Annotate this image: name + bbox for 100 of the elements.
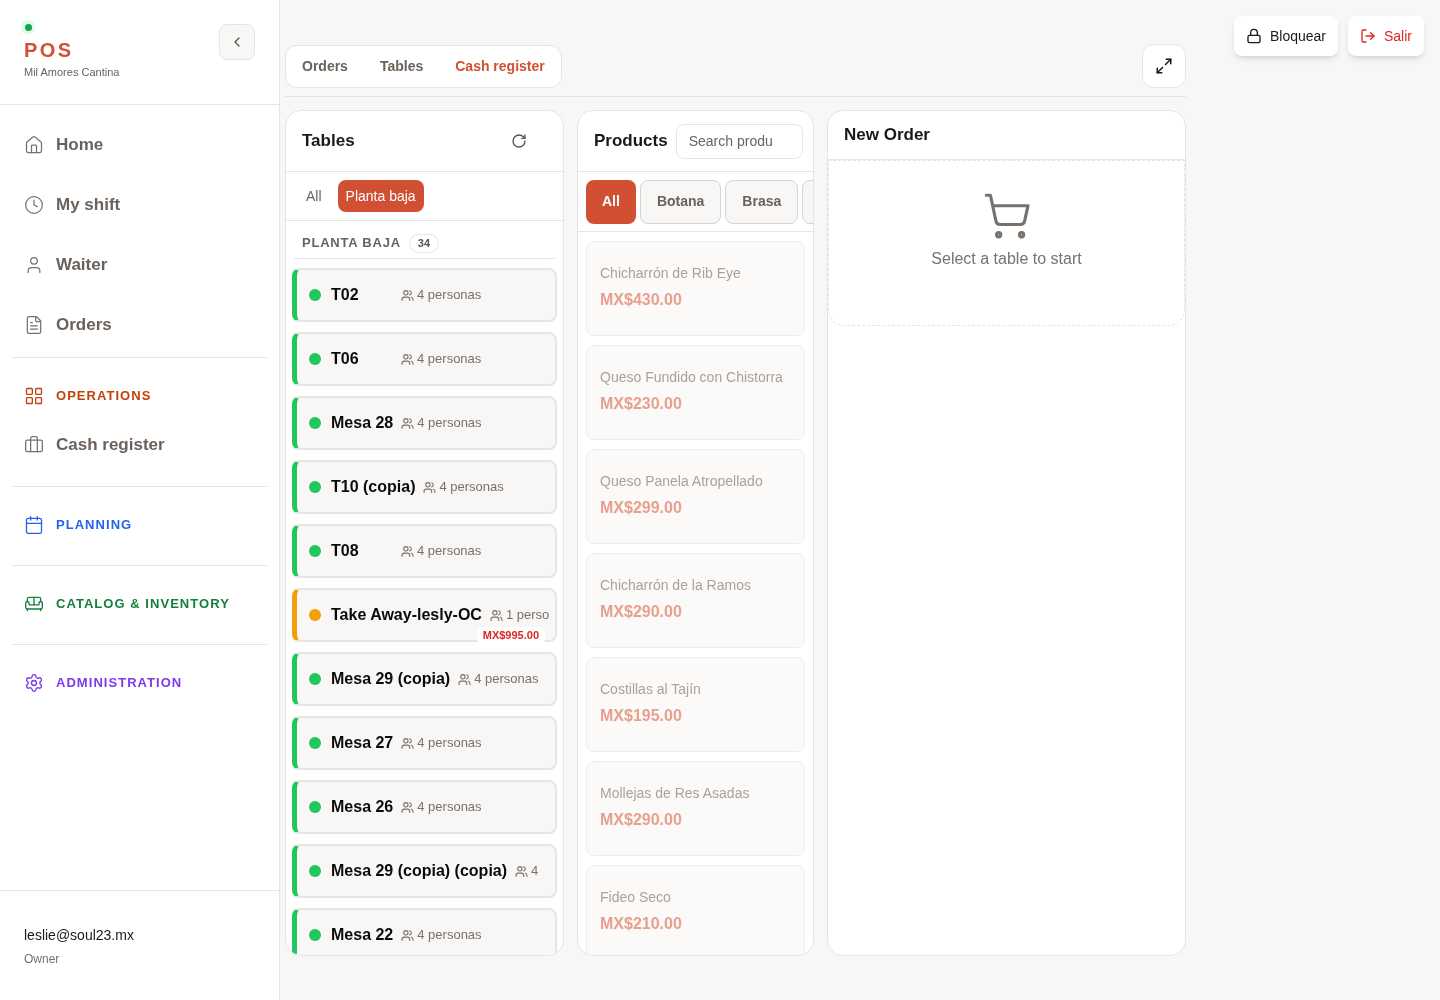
section-header[interactable]: ADMINISTRATION: [12, 659, 267, 707]
guests-icon: [489, 608, 503, 622]
guest-count: 4 personas: [417, 286, 482, 305]
table-name: T06: [331, 349, 360, 369]
table-name: T08: [331, 541, 360, 561]
category-chip[interactable]: All: [586, 179, 636, 224]
product-price: MX$195.00: [600, 706, 683, 726]
guest-count: 4 personas: [417, 350, 482, 369]
guests-icon: [423, 480, 437, 494]
guests-icon: [458, 672, 472, 686]
empty-message: Select a table to start: [931, 249, 1082, 269]
guest-count: 4 personas: [417, 414, 482, 433]
product-price: MX$230.00: [600, 394, 683, 414]
table-card[interactable]: T08 4 personas: [292, 524, 557, 578]
guests-icon: [401, 736, 415, 750]
table-card[interactable]: Mesa 26 4 personas: [292, 780, 557, 834]
guest-count: 4 personas: [439, 478, 504, 497]
product-price: MX$290.00: [600, 602, 683, 622]
guests-icon: [401, 800, 415, 814]
section-header[interactable]: OPERATIONS: [12, 372, 267, 420]
product-name: Chicharrón de Rib Eye: [600, 265, 742, 282]
table-name: Mesa 27: [331, 733, 394, 753]
expand-button[interactable]: [1142, 44, 1186, 88]
guests-icon: [401, 288, 414, 302]
lock-button[interactable]: Bloquear: [1233, 16, 1338, 56]
table-name: T02: [331, 285, 360, 305]
table-card[interactable]: Mesa 29 (copia) 4 personas: [292, 652, 557, 706]
settings-icon: [24, 673, 44, 693]
product-name: Fideo Seco: [600, 889, 672, 906]
collapse-button[interactable]: [219, 24, 255, 60]
bench-icon: [24, 594, 44, 614]
logout-icon: [1360, 28, 1376, 44]
lock-icon: [1245, 28, 1262, 44]
table-card[interactable]: T02 4 personas: [292, 268, 557, 322]
guest-count: 4 personas: [417, 734, 482, 753]
nav-item[interactable]: Cash register: [12, 420, 267, 470]
table-name: Mesa 29 (copia): [331, 669, 451, 689]
table-name: Take Away-lesly-OC: [331, 605, 482, 625]
user-role: Owner: [24, 951, 61, 968]
product-price: MX$210.00: [600, 914, 683, 934]
group-title: PLANTA BAJA: [302, 234, 401, 253]
section-header[interactable]: PLANNING: [12, 501, 267, 549]
section-header[interactable]: CATALOG & INVENTORY: [12, 580, 267, 628]
category-chip[interactable]: Brasa: [725, 179, 799, 224]
calendar-icon: [24, 515, 44, 535]
table-card[interactable]: T10 (copia) 4 personas: [292, 460, 557, 514]
brand-title: POS: [24, 38, 75, 62]
amount-badge: MX$995.00: [476, 626, 545, 643]
nav-item[interactable]: My shift: [12, 175, 267, 235]
guest-count: 4 personas: [417, 542, 482, 561]
table-card[interactable]: Mesa 28 4 personas: [292, 396, 557, 450]
clock-icon: [24, 195, 44, 215]
panel-title: Products: [594, 130, 668, 153]
guests-icon: [401, 544, 414, 558]
briefcase-icon: [24, 435, 44, 455]
refresh-icon: [511, 133, 527, 149]
logout-button[interactable]: Salir: [1348, 16, 1424, 56]
table-name: Mesa 26: [331, 797, 394, 817]
product-name: Mollejas de Res Asadas: [600, 785, 751, 802]
nav-item[interactable]: Home: [12, 115, 267, 175]
expand-icon: [1155, 57, 1173, 75]
product-price: MX$290.00: [600, 810, 683, 830]
table-card[interactable]: T06 4 personas: [292, 332, 557, 386]
product-name: Queso Panela Atropellado: [600, 473, 764, 490]
guest-count: 4 personas: [417, 926, 482, 945]
guests-icon: [401, 928, 415, 942]
guests-icon: [401, 352, 414, 366]
table-card[interactable]: Mesa 29 (copia) (copia) 4: [292, 844, 557, 898]
guest-count: 1 perso: [505, 606, 550, 625]
product-price: MX$430.00: [600, 290, 683, 310]
filter-chip[interactable]: All: [298, 180, 330, 212]
product-name: Chicharrón de la Ramos: [600, 577, 752, 594]
table-card[interactable]: Take Away-lesly-OC 1 perso MX$995.00: [292, 588, 557, 642]
grid-icon: [24, 386, 44, 406]
product-name: Queso Fundido con Chistorra: [600, 369, 784, 386]
filter-chip[interactable]: Planta baja: [337, 180, 424, 212]
panel-title: New Order: [844, 124, 930, 147]
nav-item[interactable]: Orders: [12, 295, 267, 355]
panel-title: Tables: [302, 130, 355, 153]
guest-count: 4 personas: [417, 798, 482, 817]
tab[interactable]: Cash register: [455, 56, 545, 77]
home-icon: [24, 135, 44, 155]
guest-count: 4: [531, 862, 539, 881]
document-icon: [24, 315, 44, 335]
table-name: Mesa 22: [331, 925, 394, 945]
guests-icon: [515, 864, 529, 878]
tab[interactable]: Orders: [302, 56, 348, 77]
category-chip[interactable]: Botana: [639, 179, 722, 224]
tab[interactable]: Tables: [379, 56, 424, 77]
search-field[interactable]: Search produ: [675, 123, 803, 159]
product-name: Costillas al Tajín: [600, 681, 702, 698]
user-email: leslie@soul23.mx: [24, 926, 135, 945]
table-card[interactable]: Mesa 22 4 personas: [292, 908, 557, 955]
table-name: Mesa 29 (copia) (copia): [331, 861, 508, 881]
table-name: Mesa 28: [331, 413, 394, 433]
nav-item[interactable]: Waiter: [12, 235, 267, 295]
brand-subtitle: Mil Amores Cantina: [24, 65, 120, 80]
table-card[interactable]: Mesa 27 4 personas: [292, 716, 557, 770]
guest-count: 4 personas: [474, 670, 539, 689]
table-name: T10 (copia): [331, 477, 416, 497]
